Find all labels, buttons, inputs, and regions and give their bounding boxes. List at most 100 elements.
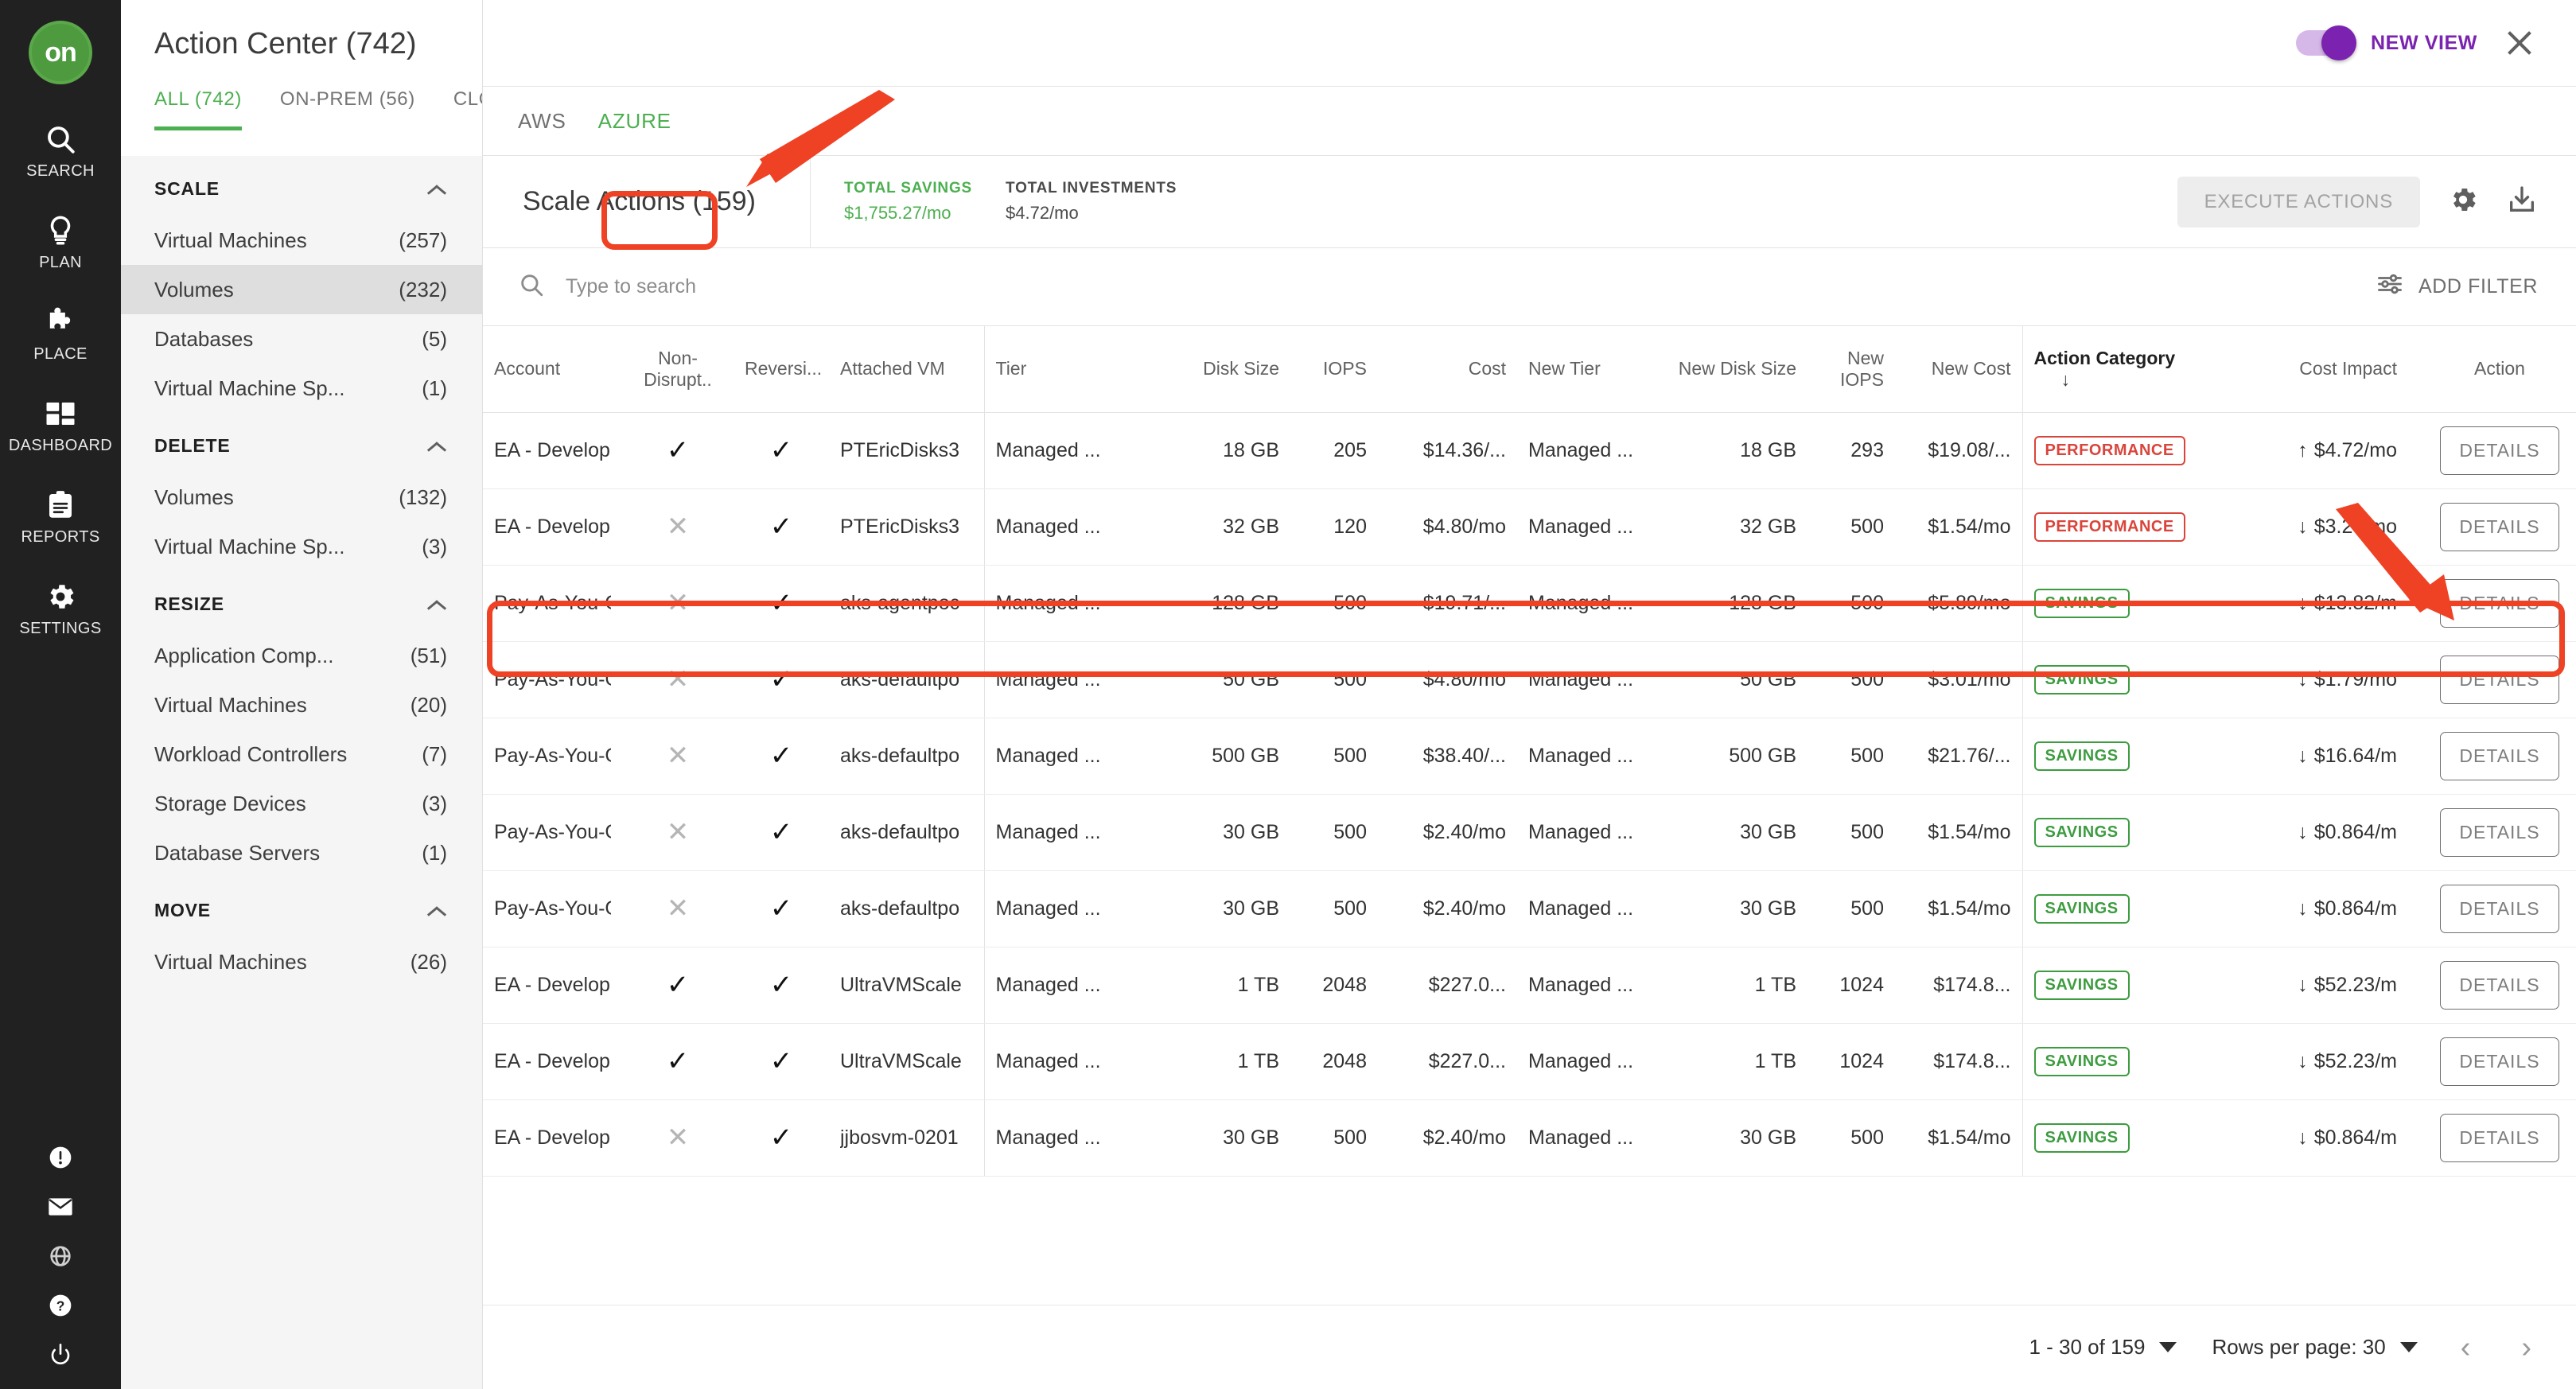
category-group-move[interactable]: MOVE [121,877,482,937]
table-row[interactable]: SeEA - Developm✓✓UltraVMScaleManaged ...… [483,1023,2576,1099]
col-action[interactable]: Action [2408,326,2576,412]
details-button[interactable]: DETAILS [2440,1114,2559,1162]
col-disk-size[interactable]: Disk Size [1131,326,1290,412]
cell-account[interactable]: Pay-As-You-G [483,870,622,947]
table-row[interactable]: _DEA - Developm✓✓PTEricDisks3Managed ...… [483,412,2576,488]
details-button[interactable]: DETAILS [2440,808,2559,857]
rows-per-page-selector[interactable]: Rows per page: 30 [2212,1335,2417,1360]
details-button[interactable]: DETAILS [2440,656,2559,704]
category-item-resize-3[interactable]: Storage Devices(3) [121,779,482,828]
cell-account[interactable]: EA - Developm [483,1023,622,1099]
cell-attached-vm[interactable]: UltraVMScale [829,947,984,1023]
table-settings-gear-icon[interactable] [2447,184,2479,220]
col-iops[interactable]: IOPS [1290,326,1378,412]
rail-item-plan[interactable]: PLAN [0,212,121,272]
rail-item-reports[interactable]: REPORTS [0,487,121,547]
rail-item-place[interactable]: PLACE [0,304,121,364]
category-item-resize-0[interactable]: Application Comp...(51) [121,631,482,680]
category-item-resize-2[interactable]: Workload Controllers(7) [121,730,482,779]
table-row[interactable]: 05EA - Developm✕✓jjbosvm-0201Managed ...… [483,1099,2576,1176]
col-new-cost[interactable]: New Cost [1895,326,2022,412]
table-row[interactable]: SeEA - Developm✓✓UltraVMScaleManaged ...… [483,947,2576,1023]
envelope-icon[interactable] [47,1193,74,1220]
cell-account[interactable]: EA - Developm [483,412,622,488]
category-item-resize-4[interactable]: Database Servers(1) [121,828,482,877]
globe-icon[interactable] [47,1243,74,1270]
category-item-delete-0[interactable]: Volumes(132) [121,473,482,522]
execute-actions-button[interactable]: EXECUTE ACTIONS [2177,177,2420,228]
close-icon[interactable] [2501,25,2538,61]
turbonomic-logo[interactable]: on [29,21,92,84]
col-tier[interactable]: Tier [984,326,1131,412]
cell-account[interactable]: EA - Developm [483,488,622,565]
category-item-delete-1[interactable]: Virtual Machine Sp...(3) [121,522,482,571]
category-item-scale-2[interactable]: Databases(5) [121,314,482,364]
cell-attached-vm[interactable]: PTEricDisks3 [829,488,984,565]
details-button[interactable]: DETAILS [2440,885,2559,933]
add-filter-button[interactable]: ADD FILTER [2376,270,2538,304]
power-icon[interactable] [47,1341,74,1368]
category-group-delete[interactable]: DELETE [121,413,482,473]
table-row[interactable]: b9Pay-As-You-G✕✓aks-defaultpoManaged ...… [483,641,2576,718]
cell-attached-vm[interactable]: aks-agentpoc [829,565,984,641]
col-attached-vm[interactable]: Attached VM [829,326,984,412]
alert-icon[interactable] [47,1144,74,1171]
tab-azure[interactable]: AZURE [598,109,671,134]
details-button[interactable]: DETAILS [2440,579,2559,628]
next-page-button[interactable]: › [2513,1333,2539,1363]
details-button[interactable]: DETAILS [2440,732,2559,780]
help-icon[interactable]: ? [47,1292,74,1319]
check-icon: ✓ [667,970,690,1000]
cell-account[interactable]: Pay-As-You-G [483,641,622,718]
cell-account[interactable]: Pay-As-You-G [483,565,622,641]
rail-item-settings[interactable]: SETTINGS [0,578,121,638]
category-group-resize[interactable]: RESIZE [121,571,482,631]
rail-item-dashboard[interactable]: DASHBOARD [0,395,121,455]
cell-attached-vm[interactable]: jjbosvm-0201 [829,1099,984,1176]
col-cost-impact[interactable]: Cost Impact [2205,326,2408,412]
col-account[interactable]: Account [483,326,622,412]
table-row[interactable]: -6Pay-As-You-G✕✓aks-defaultpoManaged ...… [483,718,2576,794]
col-action-category[interactable]: Action Category ↓ [2022,326,2205,412]
category-item-move-0[interactable]: Virtual Machines(26) [121,937,482,986]
new-view-toggle[interactable] [2296,30,2353,56]
rail-item-search[interactable]: SEARCH [0,121,121,181]
col-non-disruptive[interactable]: Non-Disrupt.. [622,326,733,412]
download-icon[interactable] [2506,184,2538,220]
page-range-selector[interactable]: 1 - 30 of 159 [2029,1335,2177,1360]
details-button[interactable]: DETAILS [2440,503,2559,551]
tab-on-prem[interactable]: ON-PREM (56) [280,88,415,130]
table-row[interactable]: -4Pay-As-You-G✕✓aks-agentpocManaged ...1… [483,565,2576,641]
cell-attached-vm[interactable]: UltraVMScale [829,1023,984,1099]
cell-attached-vm[interactable]: aks-defaultpo [829,641,984,718]
details-button[interactable]: DETAILS [2440,426,2559,475]
col-new-iops[interactable]: New IOPS [1807,326,1895,412]
cell-attached-vm[interactable]: aks-defaultpo [829,794,984,870]
cell-attached-vm[interactable]: aks-defaultpo [829,718,984,794]
details-button[interactable]: DETAILS [2440,961,2559,1010]
tab-aws[interactable]: AWS [518,109,566,134]
cell-attached-vm[interactable]: aks-defaultpo [829,870,984,947]
category-item-resize-1[interactable]: Virtual Machines(20) [121,680,482,730]
col-cost[interactable]: Cost [1378,326,1517,412]
details-button[interactable]: DETAILS [2440,1037,2559,1086]
cell-attached-vm[interactable]: PTEricDisks3 [829,412,984,488]
col-new-tier[interactable]: New Tier [1517,326,1656,412]
category-item-scale-3[interactable]: Virtual Machine Sp...(1) [121,364,482,413]
tab-all[interactable]: ALL (742) [154,88,242,130]
cell-account[interactable]: EA - Developm [483,1099,622,1176]
category-group-scale[interactable]: SCALE [121,156,482,216]
category-item-scale-0[interactable]: Virtual Machines(257) [121,216,482,265]
prev-page-button[interactable]: ‹ [2453,1333,2479,1363]
cell-account[interactable]: Pay-As-You-G [483,718,622,794]
col-reversible[interactable]: Reversi... [733,326,829,412]
table-row[interactable]: -c6Pay-As-You-G✕✓aks-defaultpoManaged ..… [483,870,2576,947]
col-new-disk-size[interactable]: New Disk Size [1656,326,1807,412]
cell-account[interactable]: Pay-As-You-G [483,794,622,870]
table-row[interactable]: 4ePay-As-You-G✕✓aks-defaultpoManaged ...… [483,794,2576,870]
category-item-scale-1[interactable]: Volumes(232) [121,265,482,314]
search-input[interactable] [566,275,2376,298]
tab-cloud[interactable]: CLOUD (630) [453,88,483,130]
cell-account[interactable]: EA - Developm [483,947,622,1023]
table-row[interactable]: atEA - Developm✕✓PTEricDisks3Managed ...… [483,488,2576,565]
